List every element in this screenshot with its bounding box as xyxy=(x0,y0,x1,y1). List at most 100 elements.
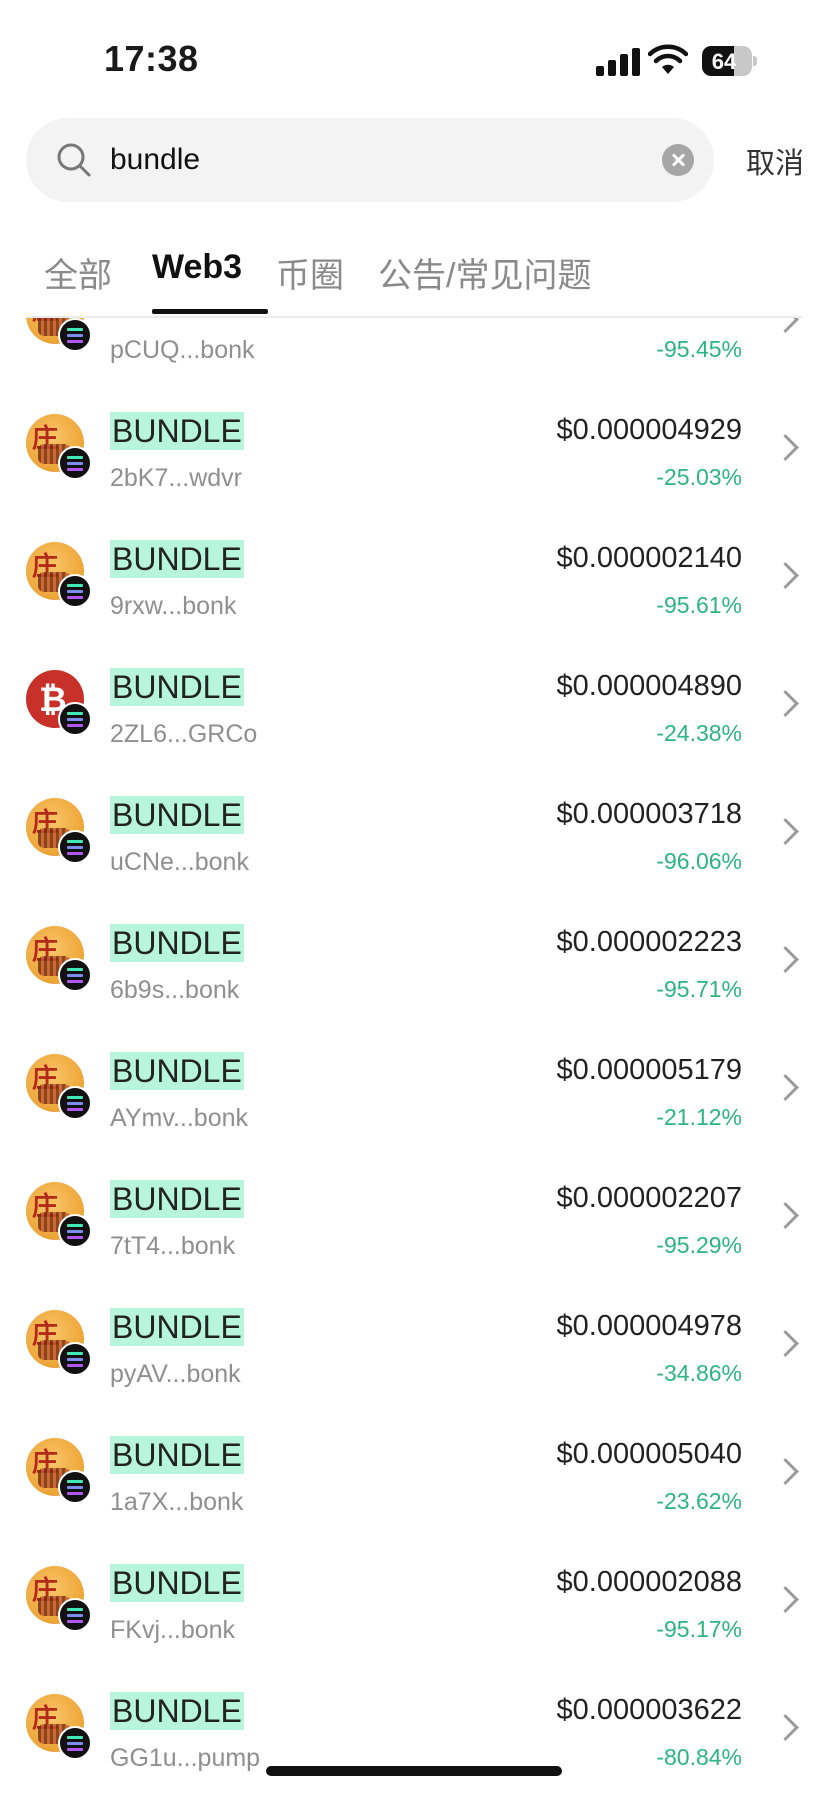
bundle-coin-icon: 庄 xyxy=(26,1566,92,1632)
solana-icon xyxy=(58,1726,92,1760)
token-price: $0.000002207 xyxy=(556,1182,742,1214)
token-price: $0.000002140 xyxy=(556,542,742,574)
bundle-coin-icon: 庄 xyxy=(26,798,92,864)
solana-icon xyxy=(58,1598,92,1632)
cancel-button[interactable]: 取消 xyxy=(746,140,804,182)
battery-level: 64 xyxy=(711,49,737,74)
bundle-coin-icon: 庄 xyxy=(26,1438,92,1504)
token-address: pCUQ...bonk xyxy=(110,336,255,364)
solana-icon xyxy=(58,702,92,736)
solana-icon xyxy=(58,446,92,480)
search-bar[interactable] xyxy=(26,118,714,202)
bundle-coin-icon: 庄 xyxy=(26,1182,92,1248)
category-tabs: 全部 Web3 币圈 公告/常见问题 xyxy=(26,238,802,318)
token-price: $0.000005179 xyxy=(556,1054,742,1086)
token-price: $0.000004890 xyxy=(556,670,742,702)
token-result-row[interactable]: 庄 pCUQ...bonk -95.45% xyxy=(0,318,828,386)
chevron-right-icon xyxy=(772,1330,799,1357)
clear-search-icon[interactable] xyxy=(662,144,694,176)
token-result-row[interactable]: 庄 BUNDLE pyAV...bonk $0.000004978 -34.86% xyxy=(0,1282,828,1410)
red-b-coin-icon: ₿ xyxy=(26,670,92,736)
bundle-coin-icon: 庄 xyxy=(26,542,92,608)
token-price: $0.000002223 xyxy=(556,926,742,958)
token-price-change: -34.86% xyxy=(656,1360,742,1386)
token-result-row[interactable]: 庄 BUNDLE 6b9s...bonk $0.000002223 -95.71% xyxy=(0,898,828,1026)
token-address: 2ZL6...GRCo xyxy=(110,720,258,748)
token-result-row[interactable]: 庄 BUNDLE AYmv...bonk $0.000005179 -21.12% xyxy=(0,1026,828,1154)
tab-web3[interactable]: Web3 xyxy=(152,248,242,287)
tab-crypto[interactable]: 币圈 xyxy=(276,248,344,297)
token-price-change: -21.12% xyxy=(656,1104,742,1130)
token-result-row[interactable]: 庄 BUNDLE FKvj...bonk $0.000002088 -95.17% xyxy=(0,1538,828,1666)
token-address: uCNe...bonk xyxy=(110,848,249,876)
status-bar: 17:38 64 xyxy=(0,0,828,110)
bundle-coin-icon: 庄 xyxy=(26,414,92,480)
token-price-change: -95.29% xyxy=(656,1232,742,1258)
solana-icon xyxy=(58,1086,92,1120)
cellular-signal-icon xyxy=(596,46,640,76)
token-price-change: -25.03% xyxy=(656,464,742,490)
token-name: BUNDLE xyxy=(110,1436,244,1474)
solana-icon xyxy=(58,830,92,864)
bundle-coin-icon: 庄 xyxy=(26,1310,92,1376)
token-address: 1a7X...bonk xyxy=(110,1488,244,1516)
chevron-right-icon xyxy=(772,1458,799,1485)
search-icon xyxy=(57,143,91,177)
token-address: 9rxw...bonk xyxy=(110,592,237,620)
token-price-change: -95.17% xyxy=(656,1616,742,1642)
token-name: BUNDLE xyxy=(110,668,244,706)
token-address: 7tT4...bonk xyxy=(110,1232,236,1260)
token-address: AYmv...bonk xyxy=(110,1104,249,1132)
token-price: $0.000002088 xyxy=(556,1566,742,1598)
home-indicator xyxy=(266,1766,562,1776)
chevron-right-icon xyxy=(772,690,799,717)
bundle-coin-icon: 庄 xyxy=(26,1694,92,1760)
token-name: BUNDLE xyxy=(110,1180,244,1218)
solana-icon xyxy=(58,1342,92,1376)
active-tab-indicator xyxy=(152,309,268,314)
chevron-right-icon xyxy=(772,434,799,461)
battery-icon: 64 xyxy=(702,46,757,76)
tab-all[interactable]: 全部 xyxy=(44,248,112,297)
token-address: pyAV...bonk xyxy=(110,1360,241,1388)
chevron-right-icon xyxy=(772,1714,799,1741)
chevron-right-icon xyxy=(772,946,799,973)
token-price: $0.000003622 xyxy=(556,1694,742,1726)
chevron-right-icon xyxy=(772,1586,799,1613)
token-result-row[interactable]: 庄 BUNDLE uCNe...bonk $0.000003718 -96.06% xyxy=(0,770,828,898)
tab-announcements-faq[interactable]: 公告/常见问题 xyxy=(378,248,591,297)
token-price-change: -96.06% xyxy=(656,848,742,874)
token-name: BUNDLE xyxy=(110,1308,244,1346)
chevron-right-icon xyxy=(772,1074,799,1101)
token-price-change: -23.62% xyxy=(656,1488,742,1514)
search-results-list[interactable]: 庄 pCUQ...bonk -95.45% 庄 BUNDLE 2bK7...wdvr $0.… xyxy=(0,318,828,1795)
search-input[interactable] xyxy=(110,138,670,182)
token-price-change: -95.61% xyxy=(656,592,742,618)
token-price: $0.000004929 xyxy=(556,414,742,446)
token-result-row[interactable]: 庄 BUNDLE 7tT4...bonk $0.000002207 -95.29% xyxy=(0,1154,828,1282)
token-address: FKvj...bonk xyxy=(110,1616,236,1644)
token-name: BUNDLE xyxy=(110,796,244,834)
token-address: 2bK7...wdvr xyxy=(110,464,243,492)
token-name: BUNDLE xyxy=(110,1564,244,1602)
bundle-coin-icon: 庄 xyxy=(26,318,92,352)
chevron-right-icon xyxy=(772,562,799,589)
chevron-right-icon xyxy=(772,1202,799,1229)
token-price-change: -95.45% xyxy=(656,336,742,362)
token-address: 6b9s...bonk xyxy=(110,976,240,1004)
token-result-row[interactable]: ₿ BUNDLE 2ZL6...GRCo $0.000004890 -24.38% xyxy=(0,642,828,770)
solana-icon xyxy=(58,1470,92,1504)
chevron-right-icon xyxy=(772,818,799,845)
token-price: $0.000004978 xyxy=(556,1310,742,1342)
token-address: GG1u...pump xyxy=(110,1744,261,1772)
token-price-change: -80.84% xyxy=(656,1744,742,1770)
token-result-row[interactable]: 庄 BUNDLE 9rxw...bonk $0.000002140 -95.61% xyxy=(0,514,828,642)
bundle-coin-icon: 庄 xyxy=(26,926,92,992)
token-result-row[interactable]: 庄 BUNDLE 1a7X...bonk $0.000005040 -23.62% xyxy=(0,1410,828,1538)
token-name: BUNDLE xyxy=(110,412,244,450)
solana-icon xyxy=(58,318,92,352)
token-name: BUNDLE xyxy=(110,540,244,578)
token-result-row[interactable]: 庄 BUNDLE 2bK7...wdvr $0.000004929 -25.03% xyxy=(0,386,828,514)
chevron-right-icon xyxy=(772,318,799,333)
token-price-change: -95.71% xyxy=(656,976,742,1002)
